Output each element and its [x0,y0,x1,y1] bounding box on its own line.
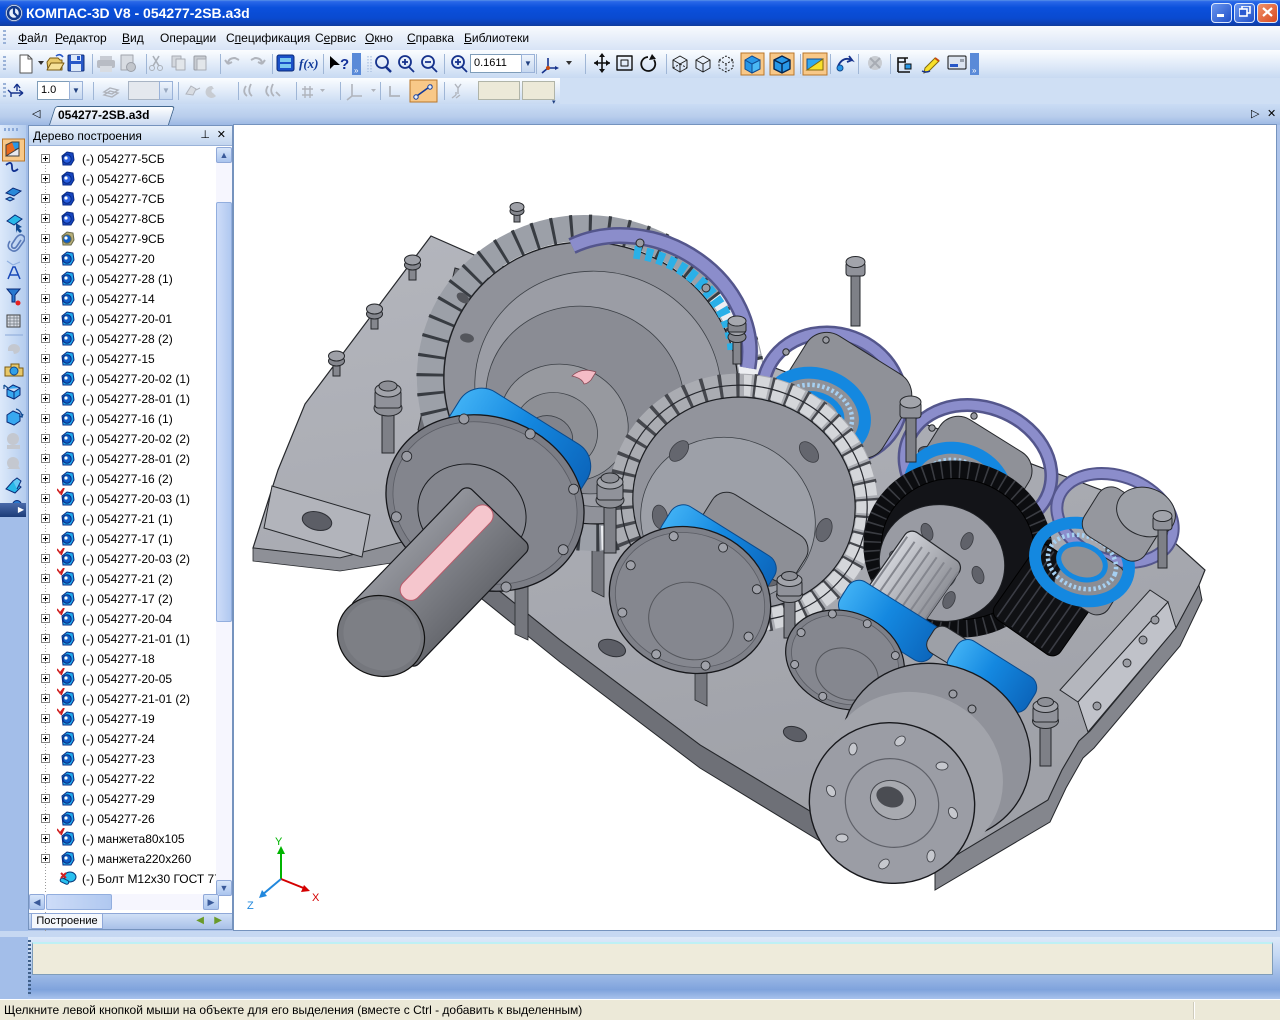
svg-text:f(x): f(x) [299,56,319,71]
svg-text:?: ? [340,56,349,73]
svg-text:»: » [354,66,359,75]
svg-text:»: » [972,66,977,75]
svg-text:Z: Z [247,900,254,912]
svg-text:Y: Y [275,836,283,848]
svg-text:X: X [312,892,320,904]
